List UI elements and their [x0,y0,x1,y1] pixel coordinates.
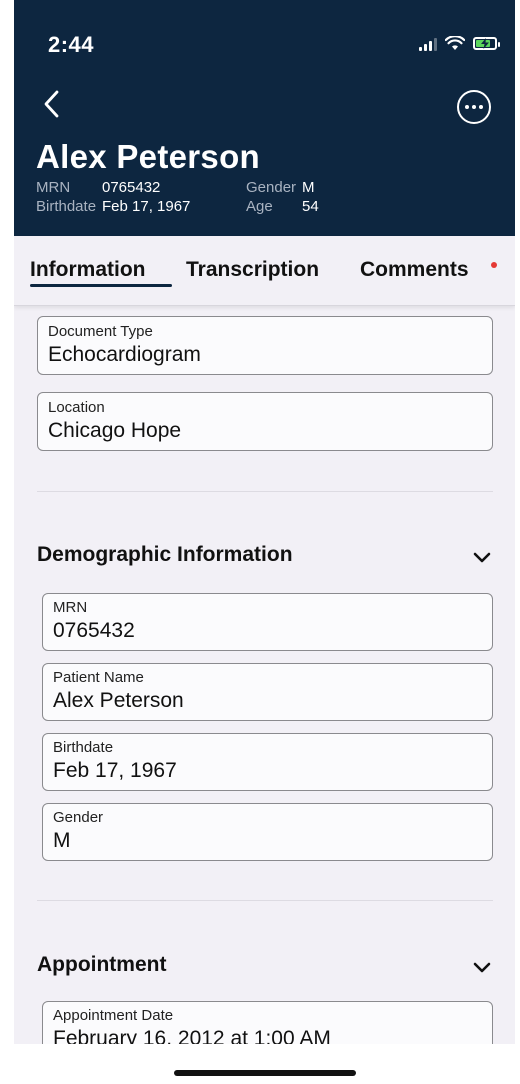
demographic-section-title[interactable]: Demographic Information [37,543,293,567]
field-value: Feb 17, 1967 [53,759,177,782]
field-label: Birthdate [53,739,114,756]
gender-field[interactable]: Gender M [42,803,493,861]
tab-transcription[interactable]: Transcription [186,258,319,282]
chevron-down-icon[interactable] [471,546,493,568]
home-indicator[interactable] [174,1070,356,1076]
field-value: Alex Peterson [53,689,184,712]
signal-icon [419,37,437,51]
more-options-icon[interactable] [457,90,491,124]
section-divider [37,900,493,901]
status-time: 2:44 [48,32,95,57]
birthdate-field[interactable]: Birthdate Feb 17, 1967 [42,733,493,791]
field-value: Echocardiogram [48,343,201,366]
appointment-section-title[interactable]: Appointment [37,953,166,977]
comments-notification-dot [491,262,497,268]
field-label: Appointment Date [53,1007,174,1024]
field-label: Gender [53,809,104,826]
wifi-icon [445,36,465,50]
field-value: Chicago Hope [48,419,182,442]
field-value: M [53,829,71,852]
document-type-field[interactable]: Document Type Echocardiogram [37,316,493,375]
mrn-label: MRN [36,179,71,196]
location-field[interactable]: Location Chicago Hope [37,392,493,451]
battery-charging-icon [473,37,500,50]
back-chevron-icon [44,90,59,118]
birthdate-value: Feb 17, 1967 [102,198,191,215]
back-button[interactable] [36,86,66,122]
patient-meta-left: MRN 0765432 Birthdate Feb 17, 1967 [36,178,190,216]
field-value: 0765432 [53,619,135,642]
information-content[interactable]: Document Type Echocardiogram Location Ch… [14,306,515,1044]
status-icons [419,36,500,51]
age-label: Age [246,198,273,215]
mrn-field[interactable]: MRN 0765432 [42,593,493,651]
field-label: Location [48,399,105,416]
field-label: MRN [53,599,88,616]
tab-comments[interactable]: Comments [360,258,469,282]
mrn-value: 0765432 [102,179,161,196]
gender-value: M [302,179,315,196]
home-indicator-area [14,1044,515,1084]
field-value: February 16, 2012 at 1:00 AM [53,1027,331,1044]
appointment-date-field[interactable]: Appointment Date February 16, 2012 at 1:… [42,1001,493,1044]
active-tab-indicator [30,284,172,287]
tab-information[interactable]: Information [30,258,146,282]
patient-name-field[interactable]: Patient Name Alex Peterson [42,663,493,721]
field-label: Patient Name [53,669,144,686]
patient-meta-right: Gender M Age 54 [246,178,319,216]
birthdate-label: Birthdate [36,198,97,215]
phone-screen: 2:44 Alex Peterson MRN 0765432 Birthdate… [14,0,515,1084]
tab-bar: Information Transcription Comments [14,236,515,306]
field-label: Document Type [48,323,153,340]
gender-label: Gender [246,179,297,196]
chevron-down-icon[interactable] [471,956,493,978]
patient-name: Alex Peterson [36,138,260,175]
patient-header: 2:44 Alex Peterson MRN 0765432 Birthdate… [14,0,515,236]
section-divider [37,491,493,492]
age-value: 54 [302,198,319,215]
